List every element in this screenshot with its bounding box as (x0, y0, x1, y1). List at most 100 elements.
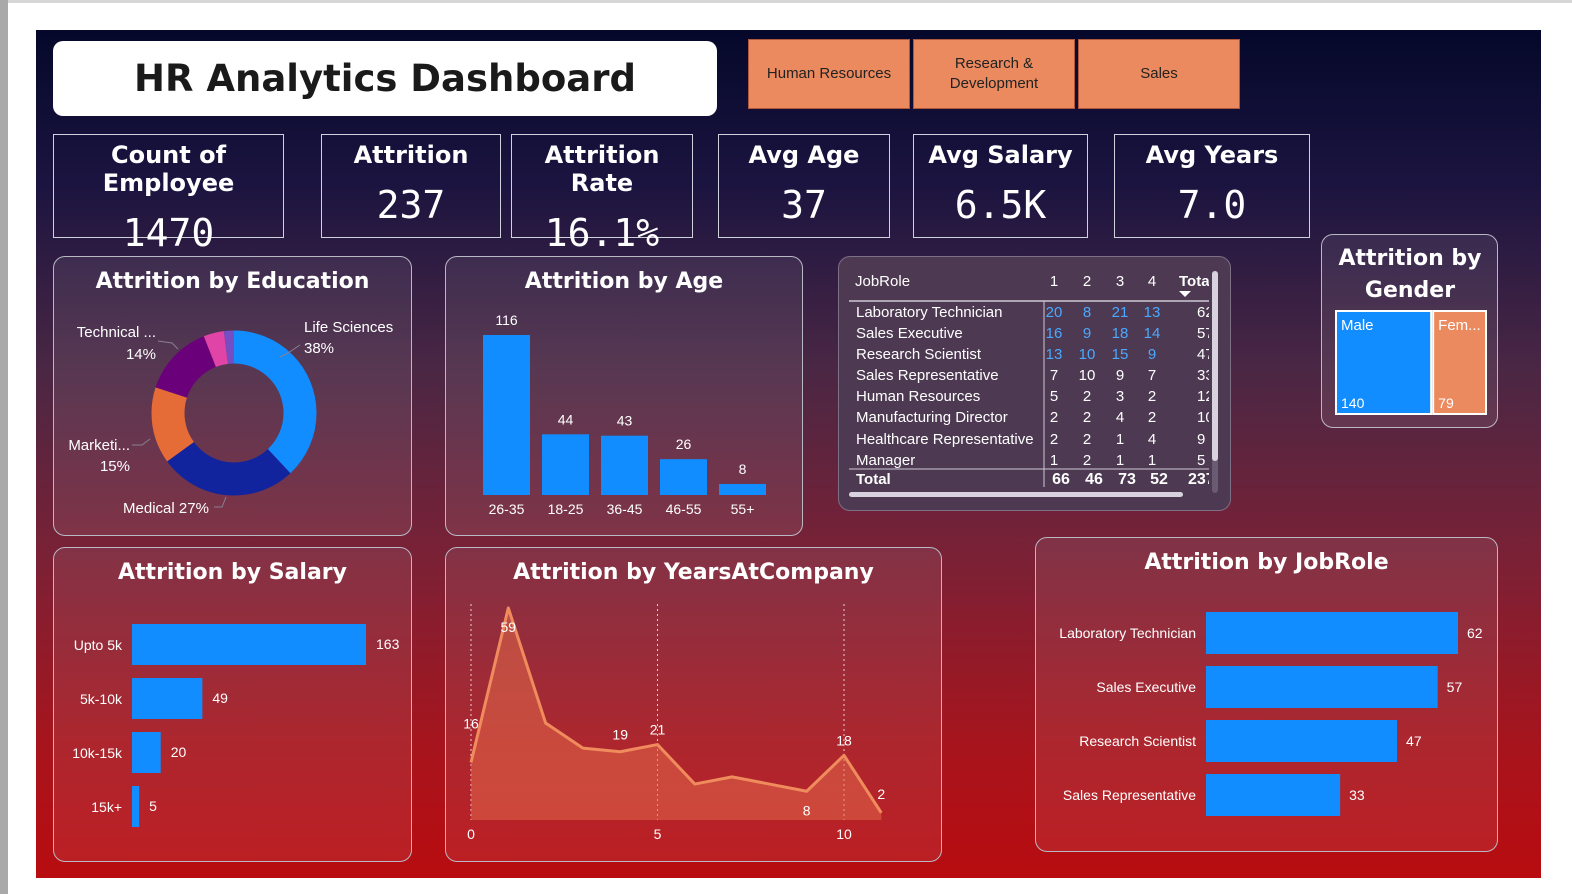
jobrole-bar[interactable] (1206, 774, 1341, 816)
row-header: Research Scientist (856, 346, 982, 363)
x-tick-label: 36-45 (607, 501, 643, 517)
education-chart-panel[interactable]: Attrition by Education Life Sciences 38% T… (53, 256, 412, 536)
horizontal-scroll-thumb[interactable] (849, 492, 1183, 497)
age-bar[interactable] (660, 459, 707, 495)
matrix-cell: 2 (1148, 388, 1156, 405)
total-cell: 46 (1085, 471, 1103, 488)
window-top-border (8, 0, 1572, 3)
slicer-human-resources[interactable]: Human Resources (748, 39, 910, 109)
jobrole-bar[interactable] (1206, 720, 1398, 762)
row-header: Healthcare Representative (856, 431, 1034, 448)
jobrole-matrix-table[interactable]: JobRole 1 2 3 4 Tota Laboratory Technician 20 8 2… (838, 256, 1231, 511)
education-donut-chart[interactable]: Life Sciences 38% Technical ... 14% Marketi.… (54, 257, 413, 537)
slice-label: Medical 27% (123, 500, 209, 517)
jobrole-bar[interactable] (1206, 612, 1458, 654)
x-tick-label: 46-55 (666, 501, 702, 517)
age-chart-panel[interactable]: Attrition by Age 116 26-35 44 18-25 43 36-45 2… (445, 256, 803, 536)
kpi-card-count-of-employee: Count of Employee 1470 (53, 134, 284, 255)
matrix-cell: 16 (1046, 325, 1063, 342)
tile-value-label: 140 (1341, 395, 1365, 411)
y-tick-label: 10k-15k (72, 745, 123, 761)
matrix-cell: 9 (1116, 367, 1124, 384)
vertical-scroll-thumb[interactable] (1212, 271, 1218, 461)
matrix-cell: 8 (1083, 304, 1091, 321)
salary-bar[interactable] (132, 732, 161, 773)
kpi-label: Avg Salary (928, 141, 1073, 169)
slicer-research-development[interactable]: Research & Development (913, 39, 1075, 109)
matrix-cell: 7 (1148, 367, 1156, 384)
bar-data-label: 163 (376, 636, 400, 652)
point-data-label: 19 (612, 727, 628, 743)
matrix-cell: 10 (1079, 367, 1096, 384)
age-bar[interactable] (601, 435, 648, 495)
column-header: JobRole (855, 273, 910, 290)
sort-arrow-icon[interactable] (1179, 291, 1191, 297)
jobrole-bar-chart[interactable]: 62 Laboratory Technician 57 Sales Executive… (1036, 538, 1499, 853)
salary-bar[interactable] (132, 624, 366, 665)
matrix-cell: 13 (1144, 304, 1161, 321)
kpi-value: 237 (376, 183, 446, 227)
matrix-grid[interactable]: JobRole 1 2 3 4 Tota Laboratory Technician 20 8 2… (839, 257, 1231, 511)
bar-data-label: 44 (558, 411, 574, 427)
matrix-cell: 20 (1046, 304, 1063, 321)
leader-line (132, 438, 151, 446)
age-bar-chart[interactable]: 116 26-35 44 18-25 43 36-45 26 46-55 8 55+ (446, 257, 804, 537)
kpi-label: Count of Employee (102, 141, 235, 197)
kpi-value: 16.1% (544, 211, 660, 255)
x-tick-label: 26-35 (489, 501, 525, 517)
kpi-label: Avg Years (1145, 141, 1279, 169)
bar-data-label: 116 (495, 312, 518, 328)
kpi-label: Avg Age (748, 141, 860, 169)
column-header: 3 (1116, 273, 1124, 290)
gender-treemap[interactable]: Male 140 Fem... 79 (1322, 235, 1499, 429)
jobrole-chart-panel[interactable]: Attrition by JobRole 62 Laboratory Techni… (1035, 537, 1498, 852)
bar-data-label: 57 (1447, 679, 1463, 695)
total-cell: 52 (1150, 471, 1168, 488)
area-fill (471, 608, 882, 820)
y-tick-label: Sales Representative (1063, 787, 1196, 803)
y-tick-label: 15k+ (91, 799, 122, 815)
slicer-sales[interactable]: Sales (1078, 39, 1240, 109)
years-area-chart[interactable]: 16 59 19 21 8 18 2 0 5 10 (446, 548, 943, 863)
salary-bar[interactable] (132, 678, 203, 719)
matrix-cell: 15 (1112, 346, 1129, 363)
y-tick-label: 5k-10k (80, 691, 123, 707)
gender-chart-panel[interactable]: Attrition by Gender Male 140 Fem... 79 (1321, 234, 1498, 428)
x-tick-label: 0 (467, 826, 475, 842)
matrix-cell: 2 (1148, 409, 1156, 426)
age-bar[interactable] (483, 335, 530, 495)
kpi-card-attrition-rate: Attrition Rate 16.1% (511, 134, 693, 255)
kpi-card-avg-age: Avg Age 37 (718, 134, 890, 238)
row-header: Laboratory Technician (856, 304, 1002, 321)
y-tick-label: Research Scientist (1079, 733, 1196, 749)
kpi-card-avg-years: Avg Years 7.0 (1114, 134, 1310, 238)
point-data-label: 8 (803, 802, 811, 818)
total-cell: 73 (1118, 471, 1136, 488)
jobrole-bar[interactable] (1206, 666, 1438, 708)
age-bar[interactable] (542, 434, 589, 495)
slice-label: Marketi... (68, 437, 130, 454)
leader-line (214, 496, 227, 508)
x-tick-label: 18-25 (548, 501, 584, 517)
matrix-cell: 1 (1148, 452, 1156, 469)
matrix-cell: 13 (1046, 346, 1063, 363)
x-tick-label: 10 (836, 826, 852, 842)
matrix-cell: 2 (1050, 431, 1058, 448)
bar-data-label: 47 (1406, 733, 1422, 749)
salary-bar-chart[interactable]: 163 Upto 5k 49 5k-10k 20 10k-15k 5 15k+ (54, 548, 413, 863)
bar-data-label: 49 (212, 690, 228, 706)
point-data-label: 59 (501, 619, 517, 635)
slice-label: Technical ... (77, 324, 156, 341)
column-header[interactable]: Tota (1179, 273, 1210, 290)
slice-percent-label: 14% (126, 346, 156, 363)
matrix-cell: 14 (1144, 325, 1161, 342)
salary-bar[interactable] (132, 786, 140, 827)
salary-chart-panel[interactable]: Attrition by Salary 163 Upto 5k 49 5k-10k 20… (53, 547, 412, 862)
matrix-cell: 4 (1116, 409, 1124, 426)
age-bar[interactable] (719, 483, 766, 495)
tile-name-label: Fem... (1438, 317, 1481, 334)
years-chart-panel[interactable]: Attrition by YearsAtCompany 16 59 19 21 8 18 2… (445, 547, 942, 862)
matrix-cell: 1 (1050, 452, 1058, 469)
y-tick-label: Upto 5k (74, 637, 123, 653)
slice-percent-label: 38% (304, 340, 334, 357)
